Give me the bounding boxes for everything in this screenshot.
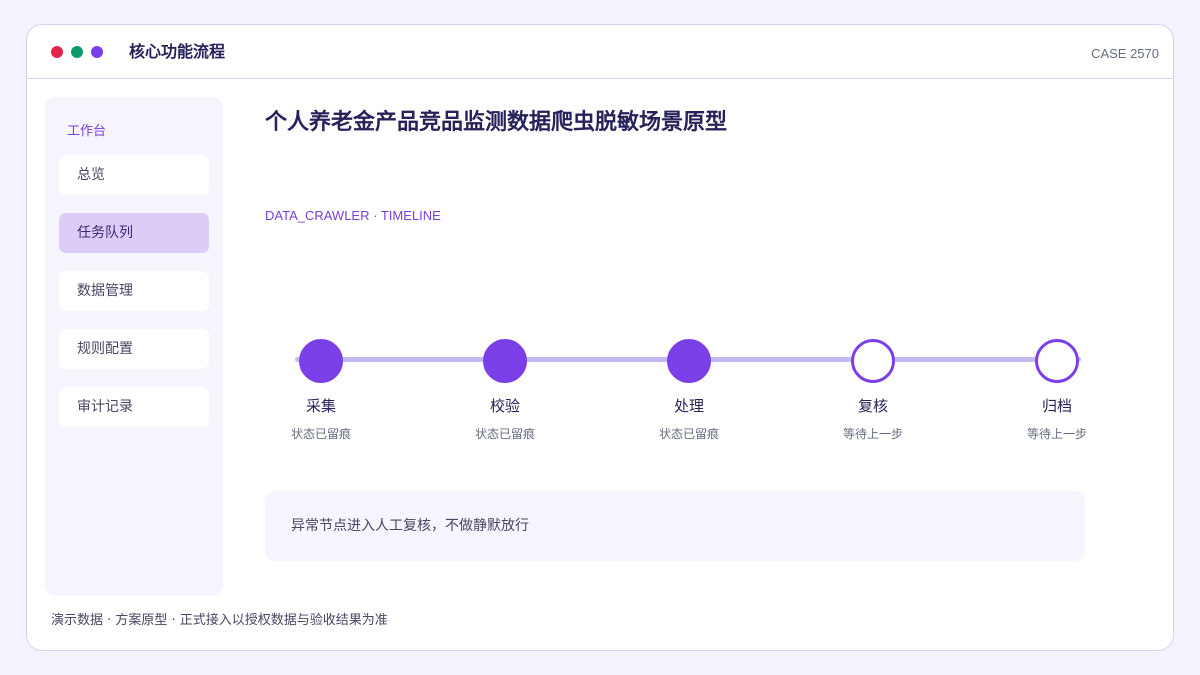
timeline-status-archive: 等待上一步	[1026, 427, 1087, 441]
timeline-status-verify: 状态已留痕	[474, 427, 535, 441]
timeline-label-review: 复核	[857, 397, 888, 415]
case-id: CASE 2570	[1091, 46, 1159, 61]
timeline-node-verify[interactable]	[483, 339, 527, 383]
timeline-label-archive: 归档	[1041, 397, 1072, 415]
timeline-status-review: 等待上一步	[842, 427, 903, 441]
sidebar-item-rule-config[interactable]: 规则配置	[59, 329, 209, 369]
title-bar: 核心功能流程 CASE 2570	[27, 25, 1173, 79]
timeline-label-process: 处理	[673, 397, 704, 415]
page-title: 个人养老金产品竞品监测数据爬虫脱敏场景原型	[265, 110, 728, 135]
minimize-window-dot[interactable]	[91, 46, 103, 58]
maximize-window-dot[interactable]	[71, 46, 83, 58]
timeline-node-collect[interactable]	[299, 339, 343, 383]
sidebar-item-audit-log[interactable]: 审计记录	[59, 387, 209, 427]
app-title: 核心功能流程	[129, 42, 226, 61]
sidebar-heading: 工作台	[67, 124, 107, 139]
timeline-node-review[interactable]	[851, 339, 895, 383]
timeline-node-archive[interactable]	[1035, 339, 1079, 383]
page-subtitle: DATA_CRAWLER · TIMELINE	[265, 208, 441, 223]
sidebar-item-overview[interactable]: 总览	[59, 155, 209, 195]
exception-notice: 异常节点进入人工复核，不做静默放行	[265, 491, 1085, 561]
sidebar: 工作台 总览 任务队列 数据管理 规则配置 审计记录	[45, 97, 223, 596]
close-window-dot[interactable]	[51, 46, 63, 58]
footer-disclaimer: 演示数据 · 方案原型 · 正式接入以授权数据与验收结果为准	[51, 613, 388, 628]
timeline-label-verify: 校验	[489, 397, 520, 415]
sidebar-item-data-management[interactable]: 数据管理	[59, 271, 209, 311]
timeline-status-process: 状态已留痕	[658, 427, 719, 441]
timeline-status-collect: 状态已留痕	[290, 427, 351, 441]
app-window: 核心功能流程 CASE 2570 工作台 总览 任务队列 数据管理 规则配置 审…	[26, 24, 1174, 651]
sidebar-item-task-queue[interactable]: 任务队列	[59, 213, 209, 253]
timeline-node-process[interactable]	[667, 339, 711, 383]
timeline-label-collect: 采集	[305, 397, 336, 415]
